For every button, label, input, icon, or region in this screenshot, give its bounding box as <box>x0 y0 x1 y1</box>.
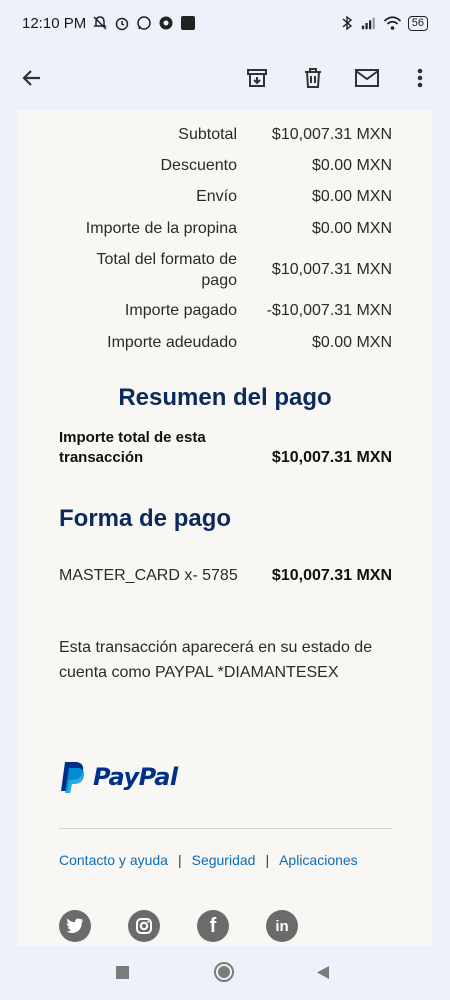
row-value: $0.00 MXN <box>311 220 392 237</box>
status-bar: 12:10 PM 56 <box>0 0 450 46</box>
link-security[interactable]: Seguridad <box>192 852 256 868</box>
back-button[interactable] <box>16 62 48 94</box>
row-label-line2: transacción <box>59 449 144 466</box>
payment-summary-title: Resumen del pago <box>118 384 332 411</box>
card-label: MASTER_CARD x- 5785 <box>59 567 238 584</box>
link-separator: | <box>265 852 270 868</box>
bluetooth-icon <box>342 15 352 31</box>
row-label: Envío <box>196 188 237 205</box>
alarm-icon <box>115 17 129 31</box>
link-separator: | <box>177 852 182 868</box>
row-value: -$10,007.31 MXN <box>266 302 392 319</box>
home-dot-icon <box>218 966 230 978</box>
link-contact-help[interactable]: Contacto y ayuda <box>59 852 168 868</box>
row-value: $0.00 MXN <box>311 334 392 351</box>
row-label: Subtotal <box>178 126 237 143</box>
battery-indicator: 56 <box>407 15 428 31</box>
back-arrow-icon <box>22 70 40 86</box>
facebook-glyph: f <box>209 914 217 937</box>
email-toolbar <box>0 46 450 110</box>
mark-unread-button[interactable] <box>351 62 383 94</box>
recents-button[interactable] <box>116 966 129 979</box>
row-label-line1: Importe total de esta <box>59 429 206 446</box>
archive-icon <box>247 69 267 87</box>
card-amount: $10,007.31 MXN <box>271 567 392 584</box>
archive-button[interactable] <box>241 62 273 94</box>
app-square-icon <box>181 16 196 30</box>
row-value: $10,007.31 MXN <box>271 261 392 278</box>
instagram-icon[interactable] <box>128 910 160 942</box>
row-value: $10,007.31 MXN <box>271 126 392 143</box>
footer-divider <box>59 828 392 829</box>
twitter-icon[interactable] <box>59 910 91 942</box>
wifi-icon <box>383 16 401 30</box>
linkedin-glyph: in <box>275 917 289 935</box>
linkedin-icon[interactable]: in <box>266 910 298 942</box>
notifications-off-icon <box>93 16 108 30</box>
status-time: 12:10 PM <box>22 14 87 32</box>
facebook-icon[interactable]: f <box>197 910 229 942</box>
more-vert-icon <box>417 68 423 88</box>
paypal-mark-icon <box>61 762 85 793</box>
row-value: $10,007.31 MXN <box>271 449 392 466</box>
statement-note-line1: Esta transacción aparecerá en su estado … <box>59 639 373 656</box>
row-label: Importe pagado <box>124 302 237 319</box>
system-nav-bar <box>0 946 450 1000</box>
footer-links: Contacto y ayuda | Seguridad | Aplicacio… <box>59 852 358 868</box>
chrome-icon <box>159 16 173 30</box>
row-label-line1: Total del formato de <box>96 251 237 268</box>
row-label: Descuento <box>160 157 238 174</box>
row-label-line2: pago <box>201 272 237 289</box>
mail-icon <box>355 69 379 87</box>
back-triangle-icon <box>317 966 329 979</box>
battery-level: 56 <box>411 17 424 29</box>
more-options-button[interactable] <box>404 62 436 94</box>
signal-icon <box>361 17 375 30</box>
whatsapp-icon <box>137 16 151 30</box>
statement-note: Esta transacción aparecerá en su estado … <box>59 635 399 685</box>
email-body: Subtotal $10,007.31 MXN Descuento $0.00 … <box>18 110 432 946</box>
trash-icon <box>305 68 321 88</box>
home-button[interactable] <box>214 962 234 982</box>
payment-method-title: Forma de pago <box>59 505 232 532</box>
row-value: $0.00 MXN <box>311 188 392 205</box>
statement-note-line2: cuenta como PAYPAL *DIAMANTESEX <box>59 664 339 681</box>
row-label: Importe adeudado <box>107 334 237 351</box>
paypal-wordmark: PayPal <box>93 763 178 791</box>
link-apps[interactable]: Aplicaciones <box>279 852 358 868</box>
back-nav-button[interactable] <box>316 965 330 985</box>
row-value: $0.00 MXN <box>311 157 392 174</box>
row-label: Importe de la propina <box>85 220 237 237</box>
delete-button[interactable] <box>297 62 329 94</box>
paypal-logo: PayPal <box>59 760 178 794</box>
